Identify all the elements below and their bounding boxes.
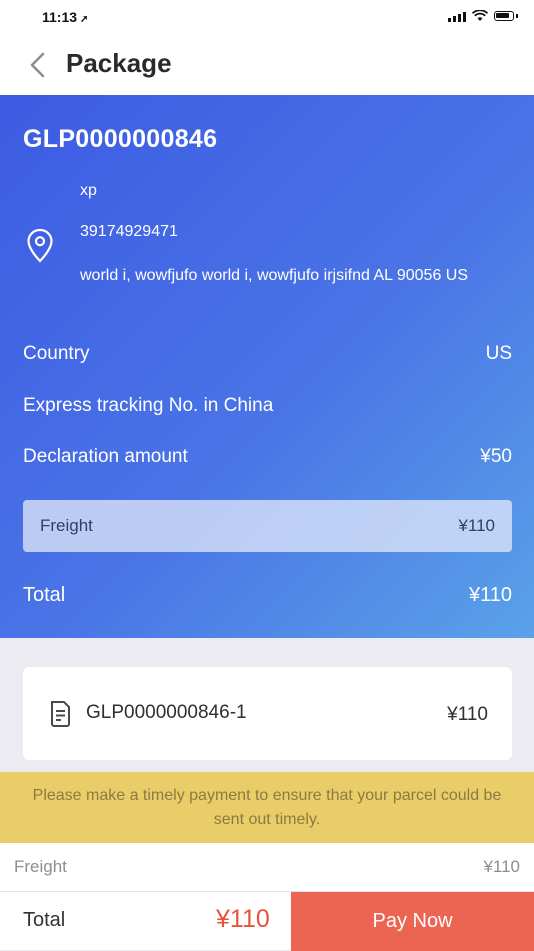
recipient-address: world i, wowfjufo world i, wowfjufo irjs… [80,267,469,284]
freight-value: ¥110 [458,516,495,535]
express-tracking-row: Express tracking No. in China [23,395,512,417]
back-chevron-icon[interactable] [26,50,50,80]
freight-summary-row: Freight ¥110 [0,843,534,891]
country-row: Country US [23,343,512,365]
freight-label: Freight [40,516,93,535]
package-id: GLP0000000846 [23,125,218,153]
freight-summary-value: ¥110 [483,857,520,876]
recipient-name: xp [80,182,97,199]
package-summary-panel: GLP0000000846 xp 39174929471 world i, wo… [0,95,534,638]
location-pin-icon [27,228,53,263]
sub-package-card[interactable]: GLP0000000846-1 ¥110 [23,667,512,760]
sub-package-id: GLP0000000846-1 [86,702,247,723]
sub-package-amount: ¥110 [447,704,488,725]
bottom-total-amount: ¥110 [216,905,270,933]
document-icon [51,701,70,727]
bottom-total-label: Total [23,909,66,931]
recipient-phone: 39174929471 [80,223,178,240]
country-value: US [485,343,512,364]
bottom-bar: Total ¥110 Pay Now [0,891,534,951]
declaration-row: Declaration amount ¥50 [23,446,512,468]
total-label: Total [23,584,66,606]
freight-summary-label: Freight [14,857,67,876]
total-value: ¥110 [468,584,512,606]
payment-notice: Please make a timely payment to ensure t… [0,772,534,843]
declaration-label: Declaration amount [23,446,188,467]
pay-now-button[interactable]: Pay Now [291,892,534,951]
page-title: Package [66,48,172,78]
signal-icon [448,11,466,22]
status-time: 11:13 [42,9,78,25]
status-bar: 11:13 ➚ [0,0,534,36]
nav-bar: Package [0,36,534,95]
location-arrow-icon: ➚ [80,14,89,25]
freight-row: Freight ¥110 [23,500,512,552]
battery-icon [494,11,514,21]
total-row: Total ¥110 [23,584,512,607]
country-label: Country [23,343,90,364]
declaration-value: ¥50 [480,446,512,467]
express-tracking-label: Express tracking No. in China [23,395,274,416]
wifi-icon [472,10,488,21]
